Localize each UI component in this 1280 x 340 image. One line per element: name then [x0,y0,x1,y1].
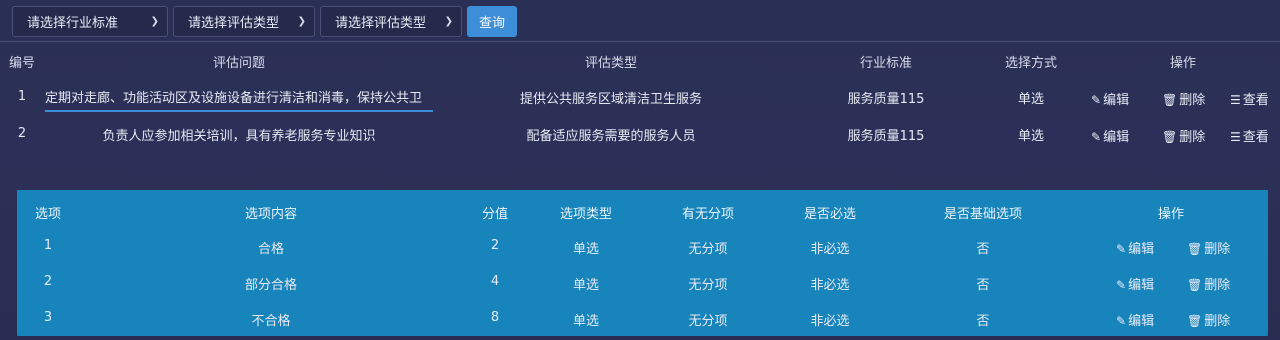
delete-label: 删除 [1204,242,1231,257]
opt-row-3-has-score: 无分项 [688,314,728,329]
delete-label: 删除 [1179,93,1206,108]
opt-row-2-option: 2 [43,274,53,289]
delete-label: 删除 [1179,130,1206,145]
opt-header-score: 分值 [481,207,509,222]
trash-icon: 🗑 [1162,93,1178,107]
row-2-question[interactable]: 负责人应参加相关培训，具有养老服务专业知识 [102,125,375,144]
pencil-icon: ✎ [1116,314,1127,328]
opt-header-has-score: 有无分项 [681,207,735,222]
delete-label: 删除 [1204,314,1231,329]
opt-row-2-type: 单选 [572,278,600,293]
row-1-id: 1 [17,89,27,104]
pencil-icon: ✎ [1116,278,1127,292]
pencil-icon: ✎ [1116,242,1127,256]
opt-row-3-required: 非必选 [810,314,850,329]
opt-header-type: 选项类型 [559,207,613,222]
opt-row-3-content: 不合格 [251,314,291,329]
pencil-icon: ✎ [1091,130,1102,144]
opt-header-ops: 操作 [1157,207,1185,222]
edit-label: 编辑 [1128,314,1155,329]
opt-row-1-has-score: 无分项 [688,242,728,257]
trash-icon: 🗑 [1187,314,1203,328]
header-standard: 行业标准 [859,56,913,71]
trash-icon: 🗑 [1162,130,1178,144]
row-2-delete-button[interactable]: 🗑 删除 [1162,126,1205,145]
eval-type-select-1[interactable]: 请选择评估类型 ❯ [173,6,315,37]
row-1-method: 单选 [1017,92,1045,107]
trash-icon: 🗑 [1187,278,1203,292]
row-2-id: 2 [17,126,27,141]
industry-standard-select-label: 请选择行业标准 [27,16,119,31]
eval-type-select-2-label: 请选择评估类型 [335,16,427,31]
row-2-eval-type: 配备适应服务需要的服务人员 [526,129,696,144]
row-1-standard: 服务质量115 [847,92,925,107]
row-1-delete-button[interactable]: 🗑 删除 [1162,89,1205,108]
opt-row-2-has-score: 无分项 [688,278,728,293]
opt-row-1-edit-button[interactable]: ✎ 编辑 [1116,238,1154,257]
opt-row-2-content: 部分合格 [244,278,298,293]
eval-type-select-1-label: 请选择评估类型 [188,16,280,31]
row-1-eval-type: 提供公共服务区域清洁卫生服务 [519,92,703,107]
opt-row-1-option: 1 [43,238,53,253]
eval-type-select-2[interactable]: 请选择评估类型 ❯ [320,6,462,37]
row-1-view-button[interactable]: ☰ 查看 [1230,89,1269,108]
chevron-down-icon: ❯ [150,16,159,27]
opt-row-1-basic: 否 [976,242,990,257]
opt-row-3-score: 8 [490,310,500,325]
header-ops: 操作 [1169,56,1197,71]
opt-row-3-option: 3 [43,310,53,325]
chevron-down-icon: ❯ [444,16,453,27]
trash-icon: 🗑 [1187,242,1203,256]
view-label: 查看 [1242,93,1269,108]
opt-row-2-required: 非必选 [810,278,850,293]
opt-row-2-delete-button[interactable]: 🗑 删除 [1187,274,1230,293]
filter-bar: 请选择行业标准 ❯ 请选择评估类型 ❯ 请选择评估类型 ❯ 查询 [12,6,517,37]
opt-header-basic: 是否基础选项 [943,207,1023,222]
opt-row-2-edit-button[interactable]: ✎ 编辑 [1116,274,1154,293]
chevron-down-icon: ❯ [297,16,306,27]
edit-label: 编辑 [1128,242,1155,257]
opt-row-1-required: 非必选 [810,242,850,257]
opt-row-1-delete-button[interactable]: 🗑 删除 [1187,238,1230,257]
edit-label: 编辑 [1103,130,1130,145]
header-eval-type: 评估类型 [584,56,638,71]
edit-label: 编辑 [1103,93,1130,108]
industry-standard-select[interactable]: 请选择行业标准 ❯ [12,6,168,37]
opt-header-required: 是否必选 [803,207,857,222]
row-1-edit-button[interactable]: ✎ 编辑 [1091,89,1129,108]
opt-row-1-score: 2 [490,238,500,253]
row-2-method: 单选 [1017,129,1045,144]
opt-header-content: 选项内容 [244,207,298,222]
opt-row-3-edit-button[interactable]: ✎ 编辑 [1116,310,1154,329]
opt-row-3-type: 单选 [572,314,600,329]
opt-row-1-type: 单选 [572,242,600,257]
opt-row-3-basic: 否 [976,314,990,329]
query-button[interactable]: 查询 [467,6,517,37]
edit-label: 编辑 [1128,278,1155,293]
opt-row-3-delete-button[interactable]: 🗑 删除 [1187,310,1230,329]
opt-row-2-score: 4 [490,274,500,289]
row-2-edit-button[interactable]: ✎ 编辑 [1091,126,1129,145]
list-icon: ☰ [1230,130,1241,144]
opt-row-1-content: 合格 [257,242,285,257]
row-2-standard: 服务质量115 [847,129,925,144]
divider [0,41,1280,42]
options-panel: 选项 选项内容 分值 选项类型 有无分项 是否必选 是否基础选项 操作 1 合格… [17,190,1268,336]
view-label: 查看 [1242,130,1269,145]
header-question: 评估问题 [212,56,266,71]
row-2-view-button[interactable]: ☰ 查看 [1230,126,1269,145]
opt-row-2-basic: 否 [976,278,990,293]
header-id: 编号 [8,56,36,71]
delete-label: 删除 [1204,278,1231,293]
row-1-question[interactable]: 定期对走廊、功能活动区及设施设备进行清洁和消毒，保持公共卫 [45,87,433,112]
opt-header-option: 选项 [34,207,62,222]
pencil-icon: ✎ [1091,93,1102,107]
list-icon: ☰ [1230,93,1241,107]
header-method: 选择方式 [1004,56,1058,71]
